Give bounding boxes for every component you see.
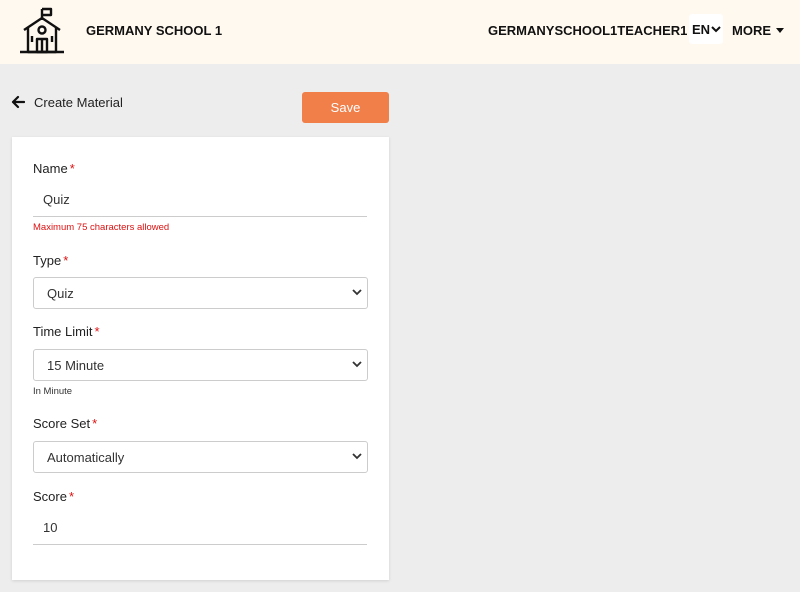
save-button[interactable]: Save (302, 92, 389, 123)
time-limit-select-value: 15 Minute (47, 358, 105, 373)
language-label: EN (692, 22, 711, 37)
language-selector[interactable]: EN (689, 14, 723, 44)
chevron-down-icon (711, 26, 721, 33)
material-form-card: Name* Maximum 75 characters allowed Type… (12, 137, 389, 580)
required-mark: * (92, 416, 98, 431)
more-menu[interactable]: MORE (732, 23, 784, 38)
arrow-left-icon[interactable] (11, 95, 25, 109)
time-limit-label: Time Limit * (33, 324, 100, 339)
name-label: Name * (33, 161, 75, 176)
chevron-down-icon (352, 361, 362, 368)
required-mark: * (69, 161, 75, 176)
chevron-down-icon (352, 289, 362, 296)
chevron-down-icon (352, 453, 362, 460)
name-input[interactable] (33, 183, 367, 217)
score-set-select[interactable]: Automatically (33, 441, 368, 473)
user-name[interactable]: GERMANYSCHOOL1TEACHER1 (488, 23, 687, 38)
required-mark: * (94, 324, 100, 339)
type-label: Type * (33, 253, 69, 268)
type-select[interactable]: Quiz (33, 277, 368, 309)
top-header: GERMANY SCHOOL 1 GERMANYSCHOOL1TEACHER1 … (0, 0, 800, 64)
time-limit-select[interactable]: 15 Minute (33, 349, 368, 381)
score-input[interactable] (33, 511, 367, 545)
required-mark: * (63, 253, 69, 268)
page-title: Create Material (34, 95, 123, 110)
name-helper-text: Maximum 75 characters allowed (33, 222, 170, 233)
type-select-value: Quiz (47, 286, 74, 301)
required-mark: * (68, 489, 75, 504)
caret-down-icon (776, 28, 784, 33)
more-label: MORE (732, 23, 771, 38)
time-limit-helper-text: In Minute (33, 386, 73, 397)
school-name: GERMANY SCHOOL 1 (86, 23, 223, 38)
score-set-select-value: Automatically (47, 450, 125, 465)
score-label: Score * (33, 489, 75, 504)
school-building-icon (20, 7, 64, 54)
score-set-label: Score Set * (33, 416, 98, 431)
